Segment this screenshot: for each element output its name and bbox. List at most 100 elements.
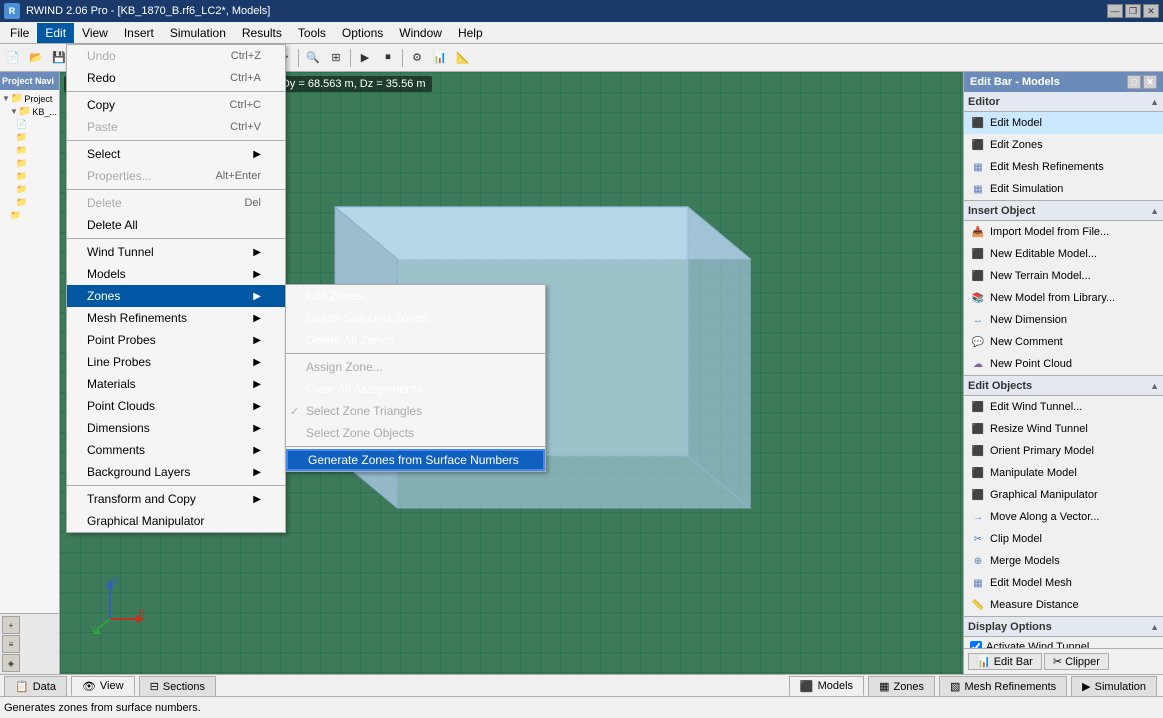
menu-view[interactable]: View — [74, 23, 116, 43]
graphical-manip-menu[interactable]: Graphical Manipulator — [67, 510, 285, 532]
menu-insert[interactable]: Insert — [116, 23, 162, 43]
toolbar-misc3[interactable]: 📐 — [452, 47, 474, 69]
toolbar-fit[interactable]: ⊞ — [325, 47, 347, 69]
toolbar-run[interactable]: ▶ — [354, 47, 376, 69]
move-vector-item[interactable]: → Move Along a Vector... — [964, 506, 1163, 528]
sidebar-btn1[interactable]: + — [2, 616, 20, 634]
copy-item[interactable]: Copy Ctrl+C — [67, 94, 285, 116]
merge-models-item[interactable]: ⊕ Merge Models — [964, 550, 1163, 572]
clipper-tab[interactable]: ✂ Clipper — [1044, 653, 1109, 670]
activate-wind-cb[interactable] — [970, 641, 982, 648]
new-editable-item[interactable]: ⬛ New Editable Model... — [964, 243, 1163, 265]
new-terrain-item[interactable]: ⬛ New Terrain Model... — [964, 265, 1163, 287]
toolbar-new[interactable]: 📄 — [2, 47, 24, 69]
tree-node5[interactable]: 📁 — [2, 170, 57, 183]
panel-close-btn[interactable]: ✕ — [1143, 75, 1157, 89]
tree-node8[interactable]: 📁 — [2, 209, 57, 222]
assign-zone[interactable]: Assign Zone... — [286, 356, 545, 378]
toolbar-open[interactable]: 📂 — [25, 47, 47, 69]
edit-sim-item[interactable]: ▦ Edit Simulation — [964, 178, 1163, 200]
select-zone-tri[interactable]: ✓ Select Zone Triangles — [286, 400, 545, 422]
edit-mesh-item[interactable]: ▦ Edit Mesh Refinements — [964, 156, 1163, 178]
comments-menu[interactable]: Comments ▶ — [67, 439, 285, 461]
sections-tab[interactable]: ⊟ Sections — [139, 676, 216, 696]
toolbar-misc1[interactable]: ⚙ — [406, 47, 428, 69]
properties-item[interactable]: Properties... Alt+Enter — [67, 165, 285, 187]
tree-kb[interactable]: ▼ 📁 KB_... — [2, 105, 57, 118]
delete-all-zones[interactable]: Delete All Zones — [286, 329, 545, 351]
toolbar-stop[interactable]: ⏹ — [377, 47, 399, 69]
mesh-ref-tab[interactable]: ▧ Mesh Refinements — [939, 676, 1067, 696]
tree-node2[interactable]: 📁 — [2, 131, 57, 144]
orient-primary-item[interactable]: ⬛ Orient Primary Model — [964, 440, 1163, 462]
measure-dist-item[interactable]: 📏 Measure Distance — [964, 594, 1163, 616]
toolbar-zoom[interactable]: 🔍 — [302, 47, 324, 69]
redo-item[interactable]: Redo Ctrl+A — [67, 67, 285, 89]
select-zone-obj[interactable]: Select Zone Objects — [286, 422, 545, 444]
line-probes-menu[interactable]: Line Probes ▶ — [67, 351, 285, 373]
menu-simulation[interactable]: Simulation — [162, 23, 234, 43]
resize-wind-item[interactable]: ⬛ Resize Wind Tunnel — [964, 418, 1163, 440]
graphical-manip-item[interactable]: ⬛ Graphical Manipulator — [964, 484, 1163, 506]
delete-item[interactable]: Delete Del — [67, 192, 285, 214]
wind-tunnel-item[interactable]: Wind Tunnel ▶ — [67, 241, 285, 263]
clip-model-item[interactable]: ✂ Clip Model — [964, 528, 1163, 550]
zones-menu-item[interactable]: Zones ▶ Edit Zones... Delete Selected Zo… — [67, 285, 285, 307]
dimensions-menu[interactable]: Dimensions ▶ — [67, 417, 285, 439]
edit-model-item[interactable]: ⬛ Edit Model — [964, 112, 1163, 134]
menu-file[interactable]: File — [2, 23, 37, 43]
sidebar-btn3[interactable]: ◈ — [2, 654, 20, 672]
display-expand[interactable]: ▲ — [1150, 622, 1159, 632]
menu-options[interactable]: Options — [334, 23, 391, 43]
edit-zones-item[interactable]: ⬛ Edit Zones — [964, 134, 1163, 156]
tree-node6[interactable]: 📁 — [2, 183, 57, 196]
manipulate-item[interactable]: ⬛ Manipulate Model — [964, 462, 1163, 484]
point-probes-menu[interactable]: Point Probes ▶ — [67, 329, 285, 351]
delete-all-item[interactable]: Delete All — [67, 214, 285, 236]
tree-model[interactable]: 📄 — [2, 118, 57, 131]
new-cloud-item[interactable]: ☁ New Point Cloud — [964, 353, 1163, 375]
menu-tools[interactable]: Tools — [290, 23, 334, 43]
zones-tab[interactable]: ▦ Zones — [868, 676, 935, 696]
clear-assignments[interactable]: Clear All Assignments — [286, 378, 545, 400]
data-tab[interactable]: 📋 Data — [4, 676, 67, 696]
menu-help[interactable]: Help — [450, 23, 491, 43]
editor-expand[interactable]: ▲ — [1150, 97, 1159, 107]
tree-node3[interactable]: 📁 — [2, 144, 57, 157]
edit-zones-sub[interactable]: Edit Zones... — [286, 285, 545, 307]
menu-results[interactable]: Results — [234, 23, 290, 43]
view-tab[interactable]: 👁 View — [71, 676, 135, 696]
point-clouds-menu[interactable]: Point Clouds ▶ — [67, 395, 285, 417]
new-library-item[interactable]: 📚 New Model from Library... — [964, 287, 1163, 309]
minimize-button[interactable]: — — [1107, 4, 1123, 18]
toolbar-misc2[interactable]: 📊 — [429, 47, 451, 69]
transform-copy-menu[interactable]: Transform and Copy ▶ — [67, 488, 285, 510]
menu-window[interactable]: Window — [391, 23, 450, 43]
paste-item[interactable]: Paste Ctrl+V — [67, 116, 285, 138]
menu-edit[interactable]: Edit — [37, 23, 74, 43]
models-tab[interactable]: ⬛ Models — [789, 676, 864, 696]
restore-button[interactable]: ❐ — [1125, 4, 1141, 18]
tree-node4[interactable]: 📁 — [2, 157, 57, 170]
import-model-item[interactable]: 📥 Import Model from File... — [964, 221, 1163, 243]
bg-layers-menu[interactable]: Background Layers ▶ — [67, 461, 285, 483]
undo-item[interactable]: Undo Ctrl+Z — [67, 45, 285, 67]
edit-wind-item[interactable]: ⬛ Edit Wind Tunnel... — [964, 396, 1163, 418]
models-menu-item[interactable]: Models ▶ — [67, 263, 285, 285]
tree-project[interactable]: ▼ 📁 Project — [2, 92, 57, 105]
new-dimension-item[interactable]: ↔ New Dimension — [964, 309, 1163, 331]
select-item[interactable]: Select ▶ — [67, 143, 285, 165]
sidebar-btn2[interactable]: ≡ — [2, 635, 20, 653]
close-button[interactable]: ✕ — [1143, 4, 1159, 18]
tree-node7[interactable]: 📁 — [2, 196, 57, 209]
insert-expand[interactable]: ▲ — [1150, 206, 1159, 216]
simulation-tab[interactable]: ▶ Simulation — [1071, 676, 1157, 696]
panel-float-btn[interactable]: □ — [1127, 75, 1141, 89]
materials-menu[interactable]: Materials ▶ — [67, 373, 285, 395]
edit-bar-tab[interactable]: 📊 Edit Bar — [968, 653, 1042, 670]
mesh-ref-menu[interactable]: Mesh Refinements ▶ — [67, 307, 285, 329]
edit-objects-expand[interactable]: ▲ — [1150, 381, 1159, 391]
delete-sel-zones[interactable]: Delete Selected Zones... — [286, 307, 545, 329]
new-comment-item[interactable]: 💬 New Comment — [964, 331, 1163, 353]
edit-mesh2-item[interactable]: ▦ Edit Model Mesh — [964, 572, 1163, 594]
